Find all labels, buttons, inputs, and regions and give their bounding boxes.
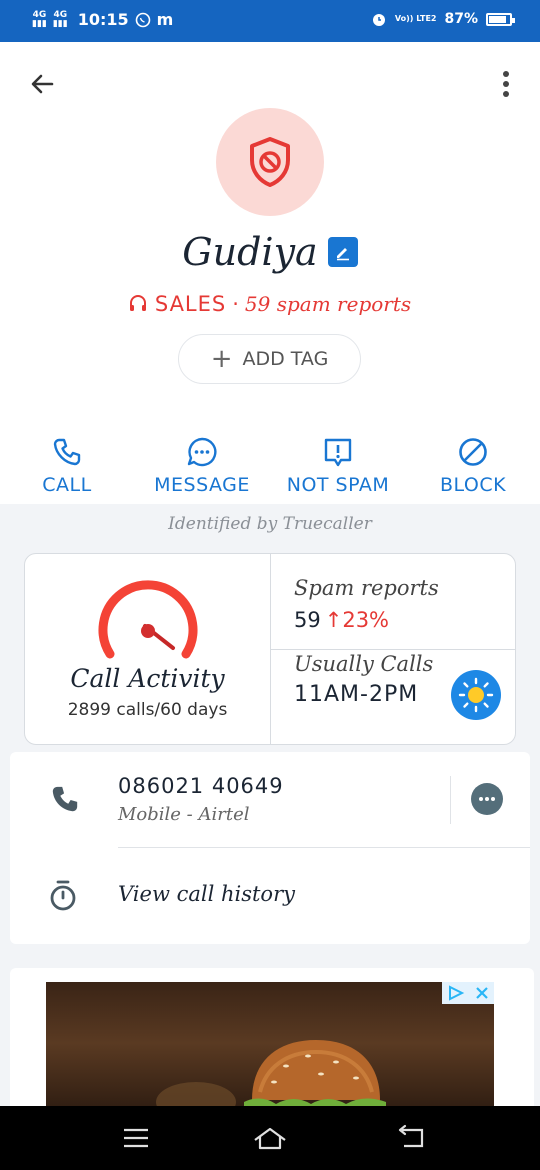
chat-icon [187, 437, 217, 467]
usually-calls-title: Usually Calls [294, 652, 434, 676]
identified-by-truecaller: Identified by Truecaller [168, 514, 372, 534]
timer-icon [50, 880, 76, 911]
block-label: BLOCK [439, 474, 507, 496]
not-spam-action[interactable]: NOT SPAM [276, 434, 400, 496]
action-bar: CALL MESSAGE NOT SPAM BLOCK [0, 434, 540, 498]
carrier-info: Mobile - Airtel [118, 804, 250, 825]
call-activity-count: 2899 calls/60 days [67, 700, 228, 720]
ad-choices-badge[interactable] [442, 982, 494, 1004]
status-bar: 4G ▮▮▮ 4G ▮▮▮ 10:15 m Vo)) LTE2 87% [0, 0, 540, 42]
call-action[interactable]: CALL [26, 434, 108, 496]
add-tag-button[interactable]: + ADD TAG [178, 334, 361, 384]
avatar [216, 108, 324, 216]
plus-icon: + [210, 344, 233, 374]
add-tag-label: ADD TAG [242, 348, 329, 370]
more-options-button[interactable] [496, 68, 516, 100]
volte-indicator: Vo)) LTE2 [394, 14, 437, 23]
usually-calls-value: 11AM-2PM [294, 682, 419, 707]
call-activity-title: Call Activity [70, 664, 225, 693]
number-card: 086021 40649 Mobile - Airtel View call h… [10, 752, 530, 944]
shield-block-icon [250, 137, 290, 187]
recents-icon[interactable] [122, 1124, 150, 1152]
burger-ad-image[interactable] [46, 982, 494, 1118]
spam-reports-trend: ↑23% [324, 608, 390, 632]
contact-name: Gudiya [182, 230, 318, 274]
spam-tag-line: SALES · 59 spam reports [0, 292, 540, 316]
battery-icon [486, 12, 515, 26]
signal-icon: 4G ▮▮▮ [32, 9, 47, 29]
view-call-history[interactable]: View call history [118, 882, 295, 906]
divider [118, 847, 530, 848]
sun-icon [458, 677, 494, 713]
block-icon [459, 438, 487, 466]
message-action[interactable]: MESSAGE [144, 434, 260, 496]
message-icon [479, 797, 495, 801]
sun-icon [451, 670, 501, 720]
spam-report-count: 59 spam reports [244, 292, 412, 316]
ad-card [10, 968, 534, 1118]
adchoices-icon [449, 985, 465, 1001]
arrow-left-icon [31, 74, 54, 94]
battery-percent: 87% [444, 11, 478, 27]
divider [270, 649, 516, 650]
edit-icon [336, 248, 349, 261]
message-button[interactable] [471, 783, 503, 815]
headset-icon [129, 295, 146, 311]
navigation-bar [0, 1106, 540, 1170]
more-vert-icon [503, 71, 509, 77]
signal-icon: 4G ▮▮▮ [52, 9, 68, 29]
clock: 10:15 [77, 10, 129, 29]
call-label: CALL [42, 474, 92, 496]
message-label: MESSAGE [154, 474, 250, 496]
spam-reports-title: Spam reports [294, 576, 439, 600]
block-action[interactable]: BLOCK [434, 434, 512, 496]
caller-header: Gudiya SALES · 59 spam reports + ADD TAG… [0, 42, 540, 504]
phone-icon [53, 438, 81, 466]
m-notification: m [156, 10, 174, 29]
back-icon[interactable] [396, 1124, 426, 1152]
divider [450, 776, 451, 824]
not-spam-label: NOT SPAM [286, 474, 390, 496]
speedometer-icon [98, 580, 198, 659]
report-icon [324, 438, 352, 467]
spam-reports-value: 59 [294, 608, 321, 632]
whatsapp-icon [135, 12, 150, 27]
call-stats-card: Call Activity 2899 calls/60 days Spam re… [24, 553, 516, 745]
phone-icon[interactable] [50, 784, 80, 814]
tag-separator: · [232, 292, 239, 316]
alarm-icon [372, 14, 385, 26]
close-icon[interactable] [475, 986, 489, 1000]
home-icon[interactable] [252, 1124, 288, 1152]
tag-label: SALES [154, 292, 227, 316]
phone-number[interactable]: 086021 40649 [118, 774, 284, 798]
edit-name-button[interactable] [327, 237, 358, 267]
back-button[interactable] [26, 68, 58, 100]
burger-illustration [156, 1040, 386, 1118]
